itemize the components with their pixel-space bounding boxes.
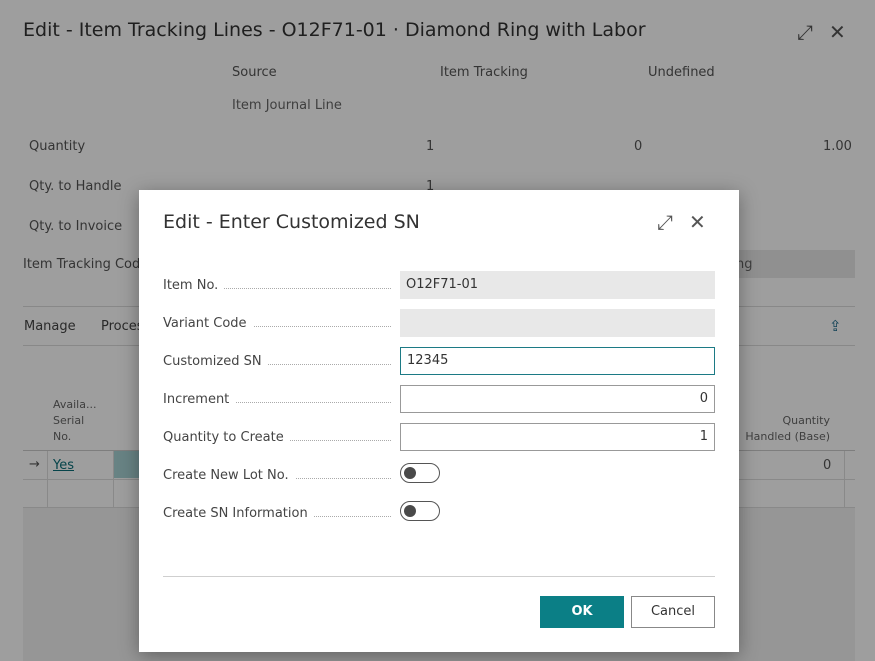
create-new-lot-no-label: Create New Lot No. (163, 468, 295, 483)
create-new-lot-no-row: Create New Lot No. (163, 461, 715, 489)
ok-button[interactable]: OK (540, 596, 624, 628)
close-icon[interactable]: ✕ (689, 210, 706, 234)
customized-sn-label: Customized SN (163, 354, 268, 369)
quantity-to-create-row: Quantity to Create 1 (163, 423, 715, 451)
customized-sn-input[interactable]: 12345 (400, 347, 715, 375)
variant-code-label: Variant Code (163, 316, 253, 331)
create-sn-information-label: Create SN Information (163, 506, 314, 521)
cancel-button[interactable]: Cancel (631, 596, 715, 628)
create-sn-information-toggle[interactable] (400, 501, 440, 521)
create-new-lot-no-toggle[interactable] (400, 463, 440, 483)
customized-sn-row: Customized SN 12345 (163, 347, 715, 375)
variant-code-row: Variant Code (163, 309, 715, 337)
enter-customized-sn-dialog: Edit - Enter Customized SN ⤢ ✕ Item No. … (139, 190, 739, 652)
create-sn-information-row: Create SN Information (163, 499, 715, 527)
increment-input[interactable]: 0 (400, 385, 715, 413)
toggle-knob (404, 505, 416, 517)
increment-label: Increment (163, 392, 236, 407)
item-no-field: O12F71-01 (400, 271, 715, 299)
quantity-to-create-input[interactable]: 1 (400, 423, 715, 451)
toggle-knob (404, 467, 416, 479)
dialog-divider (163, 576, 715, 577)
dialog-title: Edit - Enter Customized SN (163, 211, 420, 233)
expand-icon[interactable]: ⤢ (657, 210, 673, 234)
quantity-to-create-label: Quantity to Create (163, 430, 290, 445)
variant-code-field (400, 309, 715, 337)
item-no-label: Item No. (163, 278, 225, 293)
item-no-row: Item No. O12F71-01 (163, 271, 715, 299)
increment-row: Increment 0 (163, 385, 715, 413)
